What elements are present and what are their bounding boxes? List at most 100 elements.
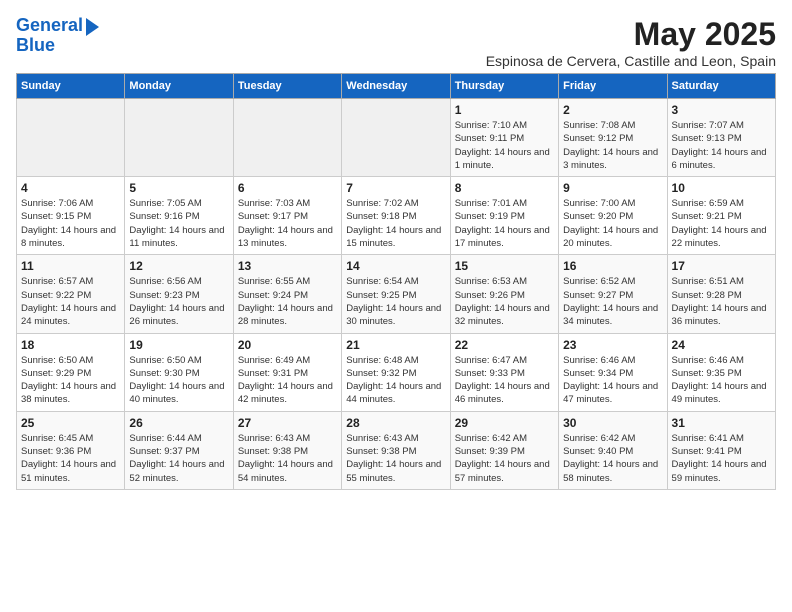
- calendar-cell: 24 Sunrise: 6:46 AM Sunset: 9:35 PM Dayli…: [667, 333, 775, 411]
- day-number: 3: [672, 103, 771, 117]
- day-info: Sunrise: 6:50 AM Sunset: 9:29 PM Dayligh…: [21, 354, 120, 407]
- calendar-cell: [342, 99, 450, 177]
- header-row: SundayMondayTuesdayWednesdayThursdayFrid…: [17, 74, 776, 99]
- day-info: Sunrise: 6:57 AM Sunset: 9:22 PM Dayligh…: [21, 275, 120, 328]
- calendar-cell: 31Sunrise: 6:41 AM Sunset: 9:41 PM Dayli…: [667, 411, 775, 489]
- day-info: Sunrise: 6:47 AM Sunset: 9:33 PM Dayligh…: [455, 354, 554, 407]
- calendar-cell: 8Sunrise: 7:01 AM Sunset: 9:19 PM Daylig…: [450, 177, 558, 255]
- calendar-cell: 10 Sunrise: 6:59 AM Sunset: 9:21 PM Dayli…: [667, 177, 775, 255]
- logo-text-line2: Blue: [16, 36, 55, 56]
- day-number: 26: [129, 416, 228, 430]
- calendar-cell: 20 Sunrise: 6:49 AM Sunset: 9:31 PM Dayli…: [233, 333, 341, 411]
- day-info: Sunrise: 7:02 AM Sunset: 9:18 PM Dayligh…: [346, 197, 445, 250]
- calendar-cell: 22 Sunrise: 6:47 AM Sunset: 9:33 PM Dayli…: [450, 333, 558, 411]
- day-number: 19: [129, 338, 228, 352]
- calendar-cell: 2Sunrise: 7:08 AM Sunset: 9:12 PM Daylig…: [559, 99, 667, 177]
- calendar-cell: 28Sunrise: 6:43 AM Sunset: 9:38 PM Dayli…: [342, 411, 450, 489]
- day-info: Sunrise: 7:06 AM Sunset: 9:15 PM Dayligh…: [21, 197, 120, 250]
- day-number: 15: [455, 259, 554, 273]
- logo: General Blue: [16, 16, 99, 56]
- day-number: 1: [455, 103, 554, 117]
- day-info: Sunrise: 6:49 AM Sunset: 9:31 PM Dayligh…: [238, 354, 337, 407]
- day-info: Sunrise: 6:44 AM Sunset: 9:37 PM Dayligh…: [129, 432, 228, 485]
- day-number: 20: [238, 338, 337, 352]
- day-number: 11: [21, 259, 120, 273]
- day-info: Sunrise: 7:08 AM Sunset: 9:12 PM Dayligh…: [563, 119, 662, 172]
- calendar-cell: 9Sunrise: 7:00 AM Sunset: 9:20 PM Daylig…: [559, 177, 667, 255]
- day-info: Sunrise: 7:10 AM Sunset: 9:11 PM Dayligh…: [455, 119, 554, 172]
- day-header-saturday: Saturday: [667, 74, 775, 99]
- day-header-thursday: Thursday: [450, 74, 558, 99]
- day-info: Sunrise: 6:52 AM Sunset: 9:27 PM Dayligh…: [563, 275, 662, 328]
- day-number: 24: [672, 338, 771, 352]
- header: General Blue May 2025 Espinosa de Cerver…: [16, 16, 776, 69]
- day-info: Sunrise: 6:56 AM Sunset: 9:23 PM Dayligh…: [129, 275, 228, 328]
- calendar-cell: 3Sunrise: 7:07 AM Sunset: 9:13 PM Daylig…: [667, 99, 775, 177]
- day-header-wednesday: Wednesday: [342, 74, 450, 99]
- day-info: Sunrise: 6:46 AM Sunset: 9:34 PM Dayligh…: [563, 354, 662, 407]
- day-number: 9: [563, 181, 662, 195]
- calendar-cell: 1 Sunrise: 7:10 AM Sunset: 9:11 PM Daylig…: [450, 99, 558, 177]
- logo-text-line1: General: [16, 16, 83, 36]
- day-number: 21: [346, 338, 445, 352]
- week-row-2: 4 Sunrise: 7:06 AM Sunset: 9:15 PM Daylig…: [17, 177, 776, 255]
- day-number: 18: [21, 338, 120, 352]
- main-title: May 2025: [486, 16, 776, 53]
- day-info: Sunrise: 6:46 AM Sunset: 9:35 PM Dayligh…: [672, 354, 771, 407]
- day-number: 29: [455, 416, 554, 430]
- day-info: Sunrise: 6:50 AM Sunset: 9:30 PM Dayligh…: [129, 354, 228, 407]
- calendar-cell: 13 Sunrise: 6:55 AM Sunset: 9:24 PM Dayli…: [233, 255, 341, 333]
- calendar-cell: 16 Sunrise: 6:52 AM Sunset: 9:27 PM Dayli…: [559, 255, 667, 333]
- day-number: 31: [672, 416, 771, 430]
- calendar-cell: [17, 99, 125, 177]
- day-header-sunday: Sunday: [17, 74, 125, 99]
- day-info: Sunrise: 6:53 AM Sunset: 9:26 PM Dayligh…: [455, 275, 554, 328]
- day-number: 10: [672, 181, 771, 195]
- calendar-cell: 30 Sunrise: 6:42 AM Sunset: 9:40 PM Dayli…: [559, 411, 667, 489]
- calendar-cell: 18 Sunrise: 6:50 AM Sunset: 9:29 PM Dayli…: [17, 333, 125, 411]
- day-number: 16: [563, 259, 662, 273]
- day-info: Sunrise: 7:01 AM Sunset: 9:19 PM Dayligh…: [455, 197, 554, 250]
- calendar-cell: 15 Sunrise: 6:53 AM Sunset: 9:26 PM Dayli…: [450, 255, 558, 333]
- calendar-cell: [125, 99, 233, 177]
- subtitle: Espinosa de Cervera, Castille and Leon, …: [486, 53, 776, 69]
- calendar-cell: 25Sunrise: 6:45 AM Sunset: 9:36 PM Dayli…: [17, 411, 125, 489]
- title-block: May 2025 Espinosa de Cervera, Castille a…: [486, 16, 776, 69]
- calendar-cell: 12 Sunrise: 6:56 AM Sunset: 9:23 PM Dayli…: [125, 255, 233, 333]
- day-header-friday: Friday: [559, 74, 667, 99]
- week-row-4: 18 Sunrise: 6:50 AM Sunset: 9:29 PM Dayli…: [17, 333, 776, 411]
- calendar-cell: 7 Sunrise: 7:02 AM Sunset: 9:18 PM Daylig…: [342, 177, 450, 255]
- day-number: 12: [129, 259, 228, 273]
- day-number: 5: [129, 181, 228, 195]
- day-info: Sunrise: 6:59 AM Sunset: 9:21 PM Dayligh…: [672, 197, 771, 250]
- day-number: 6: [238, 181, 337, 195]
- calendar-cell: 27 Sunrise: 6:43 AM Sunset: 9:38 PM Dayli…: [233, 411, 341, 489]
- calendar-cell: 4 Sunrise: 7:06 AM Sunset: 9:15 PM Daylig…: [17, 177, 125, 255]
- day-number: 4: [21, 181, 120, 195]
- day-number: 28: [346, 416, 445, 430]
- day-info: Sunrise: 7:03 AM Sunset: 9:17 PM Dayligh…: [238, 197, 337, 250]
- day-number: 30: [563, 416, 662, 430]
- calendar-cell: 5 Sunrise: 7:05 AM Sunset: 9:16 PM Daylig…: [125, 177, 233, 255]
- day-number: 23: [563, 338, 662, 352]
- day-number: 27: [238, 416, 337, 430]
- day-info: Sunrise: 6:42 AM Sunset: 9:40 PM Dayligh…: [563, 432, 662, 485]
- day-info: Sunrise: 6:43 AM Sunset: 9:38 PM Dayligh…: [238, 432, 337, 485]
- calendar-cell: 19 Sunrise: 6:50 AM Sunset: 9:30 PM Dayli…: [125, 333, 233, 411]
- calendar-cell: 23 Sunrise: 6:46 AM Sunset: 9:34 PM Dayli…: [559, 333, 667, 411]
- day-info: Sunrise: 6:48 AM Sunset: 9:32 PM Dayligh…: [346, 354, 445, 407]
- calendar-cell: 6 Sunrise: 7:03 AM Sunset: 9:17 PM Daylig…: [233, 177, 341, 255]
- calendar-cell: 11 Sunrise: 6:57 AM Sunset: 9:22 PM Dayli…: [17, 255, 125, 333]
- calendar-table: SundayMondayTuesdayWednesdayThursdayFrid…: [16, 73, 776, 490]
- calendar-cell: [233, 99, 341, 177]
- day-info: Sunrise: 6:55 AM Sunset: 9:24 PM Dayligh…: [238, 275, 337, 328]
- day-info: Sunrise: 6:51 AM Sunset: 9:28 PM Dayligh…: [672, 275, 771, 328]
- day-header-monday: Monday: [125, 74, 233, 99]
- day-info: Sunrise: 7:05 AM Sunset: 9:16 PM Dayligh…: [129, 197, 228, 250]
- day-number: 13: [238, 259, 337, 273]
- day-header-tuesday: Tuesday: [233, 74, 341, 99]
- day-number: 25: [21, 416, 120, 430]
- day-number: 22: [455, 338, 554, 352]
- week-row-1: 1 Sunrise: 7:10 AM Sunset: 9:11 PM Daylig…: [17, 99, 776, 177]
- day-number: 7: [346, 181, 445, 195]
